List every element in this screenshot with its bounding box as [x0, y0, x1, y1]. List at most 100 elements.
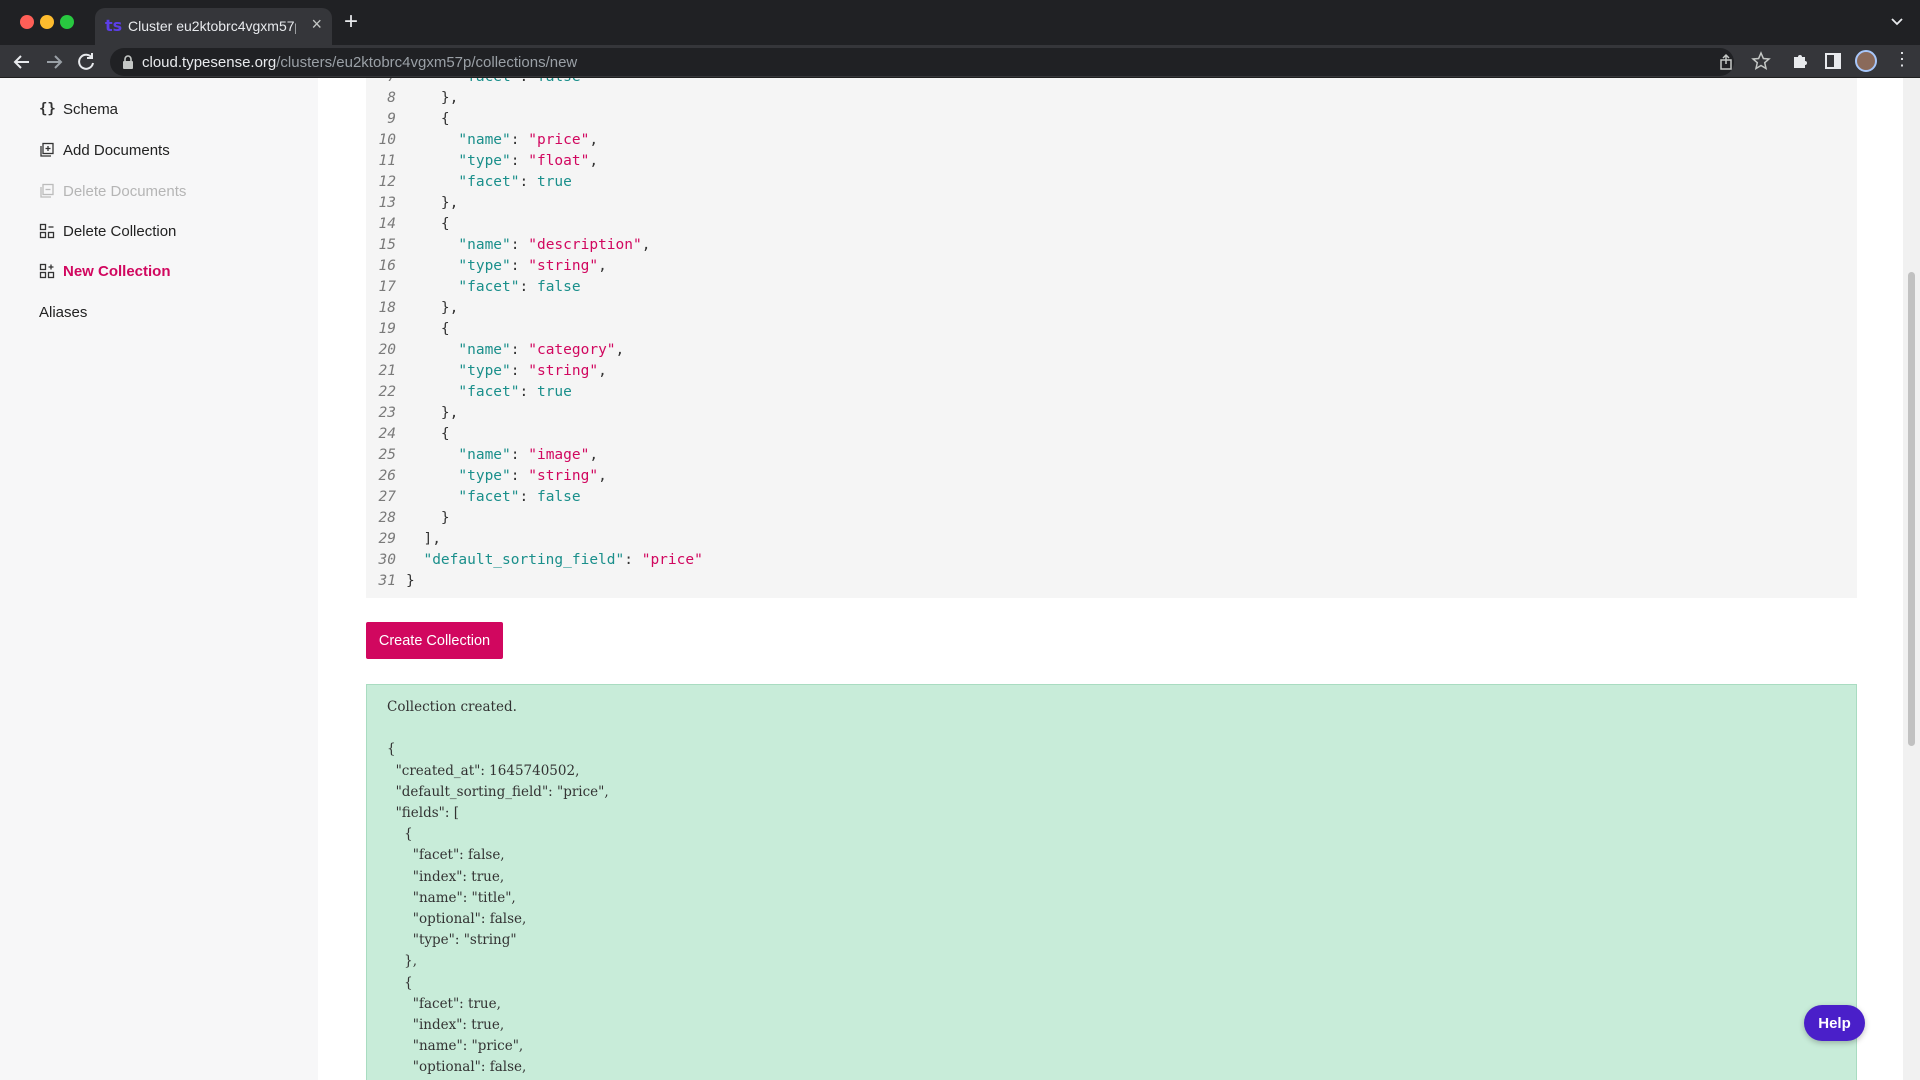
result-json-line: "optional": false, [387, 911, 527, 927]
code-token: "description" [528, 237, 642, 253]
code-line: 19 { [366, 321, 450, 342]
code-token: "string" [528, 468, 599, 484]
code-token: , [598, 363, 607, 379]
line-number: 30 [378, 552, 396, 568]
code-token: "float" [528, 153, 590, 169]
sidebar-item-label: Delete Collection [63, 222, 177, 240]
code-line: 12 "facet": true [366, 174, 572, 195]
code-token: "facet" [406, 279, 520, 295]
typesense-favicon-icon: ts [105, 16, 123, 35]
tab-search-chevron-icon[interactable] [1890, 14, 1904, 28]
forward-arrow-icon[interactable] [42, 50, 66, 74]
code-token: "type" [406, 468, 511, 484]
code-token: false [536, 489, 581, 505]
code-line: 27 "facet": false [366, 489, 581, 510]
code-token: : [510, 468, 529, 484]
code-line: 17 "facet": false [366, 279, 581, 300]
code-line: 21 "type": "string", [366, 363, 607, 384]
code-token: "name" [406, 132, 511, 148]
code-token: } [406, 510, 450, 526]
code-token: "type" [406, 363, 511, 379]
code-line: 8 }, [366, 90, 458, 111]
code-token: }, [406, 405, 459, 421]
share-icon[interactable] [1716, 52, 1736, 72]
line-number: 11 [378, 153, 396, 169]
puzzle-icon[interactable] [1790, 51, 1810, 71]
new-tab-icon[interactable]: + [344, 10, 358, 34]
sidebar-item-delete-collection[interactable]: Delete Collection [39, 220, 176, 242]
minimize-window-button[interactable] [40, 15, 54, 29]
delete-document-icon [40, 183, 54, 198]
code-token: { [406, 216, 450, 232]
code-token: "name" [406, 447, 511, 463]
code-token: , [641, 237, 651, 253]
line-number: 19 [378, 321, 396, 337]
add-document-icon [40, 142, 54, 157]
code-token: "name" [406, 237, 511, 253]
code-line: 28 } [366, 510, 450, 531]
help-button[interactable]: Help [1804, 1005, 1865, 1041]
line-number: 27 [378, 489, 396, 505]
sidebar-item-aliases[interactable]: Aliases [39, 301, 87, 323]
collection-created-result: Collection created. { "created_at": 16457… [366, 684, 1857, 1080]
kebab-menu-icon[interactable]: ⋮ [1893, 50, 1911, 68]
code-token: "category" [528, 342, 616, 358]
result-json-line: "default_sorting_field": "price", [387, 783, 609, 800]
maximize-window-button[interactable] [60, 15, 74, 29]
line-number: 16 [378, 258, 396, 274]
sidebar-item-new-collection[interactable]: New Collection [39, 260, 171, 282]
code-token: "facet" [406, 174, 520, 190]
scrollbar-thumb[interactable] [1908, 272, 1915, 746]
code-line: 14 { [366, 216, 450, 237]
schema-code-editor[interactable]: 7 "facet": false8 },9 {10 "name": "price… [366, 78, 1857, 598]
sidebar-item-label: New Collection [63, 262, 171, 280]
line-number: 13 [378, 195, 396, 211]
code-line: 18 }, [366, 300, 459, 321]
url-text: cloud.typesense.org/clusters/eu2ktobrc4v… [142, 54, 578, 71]
line-number: 9 [387, 111, 396, 127]
reload-icon[interactable] [74, 50, 98, 74]
line-number: 25 [378, 447, 396, 463]
address-bar[interactable]: cloud.typesense.org/clusters/eu2ktobrc4v… [110, 48, 1734, 76]
result-json-line: "name": "title", [387, 889, 516, 906]
sidebar-item-label: Add Documents [63, 141, 170, 159]
collection-icon [39, 263, 55, 279]
close-window-button[interactable] [20, 15, 34, 29]
braces-icon: {} [39, 101, 56, 117]
page-scrollbar[interactable] [1903, 78, 1920, 1080]
line-number: 17 [378, 279, 396, 295]
side-panel-icon[interactable] [1823, 51, 1843, 71]
line-number: 20 [378, 342, 396, 358]
back-arrow-icon[interactable] [10, 50, 34, 74]
code-line: 20 "name": "category", [366, 342, 625, 363]
sidebar-item-add-documents[interactable]: Add Documents [39, 139, 170, 161]
star-icon[interactable] [1751, 51, 1771, 71]
code-token: : [510, 153, 529, 169]
result-json-line: }, [387, 953, 418, 970]
line-number: 21 [378, 363, 396, 379]
browser-tab[interactable]: ts Cluster eu2ktobrc4vgxm57p | Typesense… [95, 8, 332, 45]
sidebar-item-label: Aliases [39, 303, 88, 321]
line-number: 15 [378, 237, 396, 253]
code-line: 25 "name": "image", [366, 447, 599, 468]
code-line: 29 ], [366, 531, 441, 552]
code-token: : [519, 384, 537, 400]
result-status-text: Collection created. [387, 699, 517, 715]
profile-avatar[interactable] [1855, 50, 1877, 72]
result-json-line: "name": "price", [387, 1038, 524, 1055]
create-collection-button[interactable]: Create Collection [366, 622, 503, 659]
sidebar-item-label: Schema [63, 100, 119, 118]
code-token: true [536, 384, 572, 400]
tab-close-icon[interactable]: × [311, 15, 322, 33]
sidebar-item-delete-documents: Delete Documents [39, 180, 186, 202]
code-line: 9 { [366, 111, 449, 132]
code-token: , [598, 468, 607, 484]
code-token: ], [406, 531, 441, 547]
code-line: 23 }, [366, 405, 459, 426]
line-number: 28 [378, 510, 396, 526]
line-number: 12 [378, 174, 396, 190]
code-token: { [406, 426, 450, 442]
sidebar-item-schema[interactable]: {} Schema [39, 98, 118, 120]
code-token: : [510, 363, 529, 379]
line-number: 10 [378, 132, 396, 148]
